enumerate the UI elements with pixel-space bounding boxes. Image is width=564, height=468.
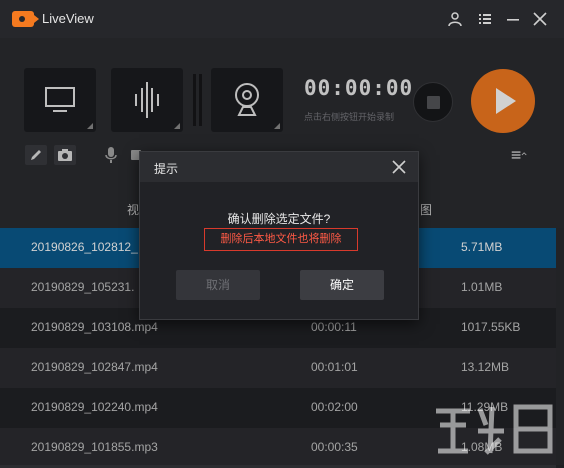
dialog-header: 提示 [140, 152, 418, 182]
confirm-button[interactable]: 确定 [300, 270, 384, 300]
cancel-button[interactable]: 取消 [176, 270, 260, 300]
close-icon[interactable] [532, 11, 548, 27]
dialog-title: 提示 [154, 162, 179, 176]
dialog-warning: 删除后本地文件也将删除 [204, 228, 358, 251]
close-icon[interactable] [392, 160, 406, 174]
watermark-logo [436, 404, 553, 455]
app-title: LiveView [42, 11, 94, 26]
app-logo-icon [12, 11, 39, 27]
delete-confirm-dialog: 提示 确认删除选定文件? 删除后本地文件也将删除 取消 确定 [139, 151, 419, 320]
title-bar: LiveView [0, 0, 564, 38]
list-menu-icon[interactable] [477, 11, 493, 27]
user-icon[interactable] [447, 11, 463, 27]
minimize-icon[interactable] [505, 11, 521, 27]
dialog-question: 确认删除选定文件? [227, 212, 331, 226]
